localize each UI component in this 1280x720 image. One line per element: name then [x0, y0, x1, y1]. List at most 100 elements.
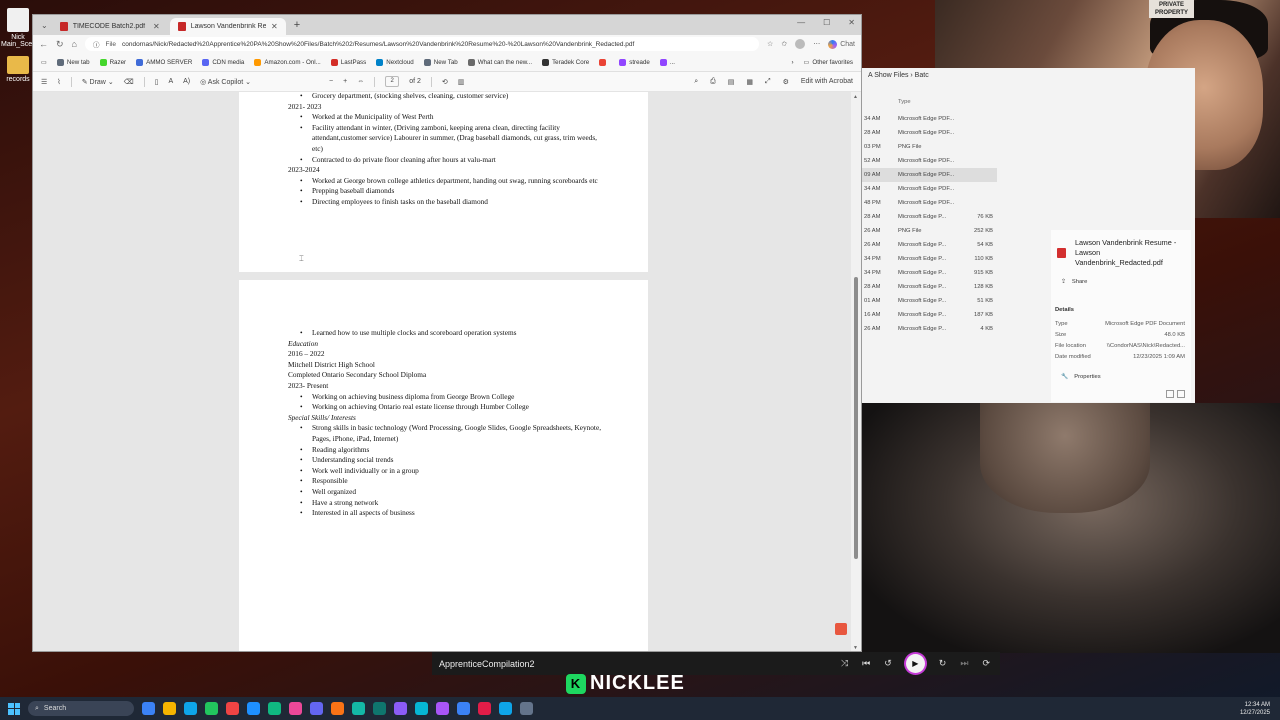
favorite-link[interactable]: CDN media [202, 58, 244, 66]
desktop-icon-records[interactable]: records [1, 52, 35, 83]
other-favorites-folder[interactable]: ▭ Other favorites [804, 59, 853, 66]
refresh-icon[interactable]: ↻ [56, 39, 64, 50]
taskbar-app-icon[interactable] [478, 702, 491, 715]
zoom-out-icon[interactable]: − [329, 78, 333, 85]
taskbar-app-icon[interactable] [436, 702, 449, 715]
start-button[interactable] [8, 702, 20, 715]
file-row[interactable]: 34 AM Microsoft Edge PDF... [862, 112, 997, 126]
close-tab-icon[interactable]: ✕ [271, 22, 278, 31]
home-icon[interactable]: ⌂ [72, 39, 77, 49]
explorer-type-header[interactable]: Type [898, 99, 911, 105]
favorite-link[interactable]: LastPass [330, 58, 366, 66]
taskbar-app-icon[interactable] [268, 702, 281, 715]
favorite-link[interactable]: Nextcloud [376, 58, 414, 66]
favorite-link[interactable]: Razer [99, 58, 126, 66]
profile-avatar[interactable] [795, 39, 806, 49]
file-row[interactable]: 52 AM Microsoft Edge PDF... [862, 154, 997, 168]
taskbar-app-icon[interactable] [415, 702, 428, 715]
file-row[interactable]: 03 PM PNG File [862, 140, 997, 154]
taskbar-app-icon[interactable] [163, 702, 176, 715]
details-share-button[interactable]: ⇪ Share [1061, 279, 1087, 285]
favorite-link[interactable]: streade [619, 58, 650, 66]
taskbar-search[interactable]: ⌕ Search [28, 701, 134, 716]
file-row[interactable]: 34 PM Microsoft Edge P... 110 KB [862, 252, 997, 266]
previous-icon[interactable]: ⏮ [862, 658, 870, 669]
shuffle-icon[interactable]: ⤨ [841, 658, 848, 669]
reading-view-icon[interactable]: ▯ [155, 78, 159, 86]
tab-actions-icon[interactable]: ⌄ [37, 21, 52, 30]
eraser-icon[interactable]: ⌫ [124, 78, 134, 86]
minimize-icon[interactable]: — [797, 18, 805, 27]
file-row[interactable]: 26 AM PNG File 252 KB [862, 224, 997, 238]
file-row[interactable]: 26 AM Microsoft Edge P... 54 KB [862, 238, 997, 252]
more-icon[interactable]: ⋯ [813, 40, 820, 48]
favorite-link[interactable]: ... [659, 58, 675, 66]
taskbar-app-icon[interactable] [247, 702, 260, 715]
taskbar-app-icon[interactable] [457, 702, 470, 715]
save-icon[interactable]: ▤ [728, 78, 735, 86]
file-row[interactable]: 48 PM Microsoft Edge PDF... [862, 196, 997, 210]
scroll-down-icon[interactable]: ▼ [853, 645, 858, 651]
copilot-chat-button[interactable]: Chat [828, 39, 855, 49]
save-as-icon[interactable]: ▦ [746, 78, 753, 86]
taskbar-app-icon[interactable] [205, 702, 218, 715]
contents-icon[interactable]: ☰ [41, 78, 47, 86]
close-tab-icon[interactable]: ✕ [153, 22, 160, 31]
taskbar-app-icon[interactable] [499, 702, 512, 715]
file-row[interactable]: 16 AM Microsoft Edge P... 187 KB [862, 308, 997, 322]
taskbar-app-icon[interactable] [142, 702, 155, 715]
vertical-scrollbar[interactable]: ▲ ▼ [851, 92, 861, 651]
taskbar-app-icon[interactable] [226, 702, 239, 715]
repeat-off-icon[interactable]: ⟳ [982, 658, 990, 669]
file-row[interactable]: 26 AM Microsoft Edge P... 4 KB [862, 322, 997, 336]
taskbar-app-icon[interactable] [289, 702, 302, 715]
file-row[interactable]: 01 AM Microsoft Edge P... 51 KB [862, 294, 997, 308]
file-row[interactable]: 34 AM Microsoft Edge PDF... [862, 182, 997, 196]
favorite-link[interactable]: Amazon.com - Onl... [254, 58, 321, 66]
search-icon[interactable]: ⌕ [694, 78, 698, 86]
print-icon[interactable]: ⎙ [710, 78, 716, 86]
details-properties-button[interactable]: 🔧 Properties [1061, 374, 1101, 380]
rewind-icon[interactable]: ↺ [884, 658, 892, 669]
ask-copilot-button[interactable]: ◎ Ask Copilot ⌄ [200, 78, 251, 86]
close-window-icon[interactable]: ✕ [848, 18, 855, 27]
tiles-view-icon[interactable] [1177, 390, 1185, 398]
tab-timecode[interactable]: TIMECODE Batch2.pdf ✕ [52, 18, 168, 35]
taskbar-app-icon[interactable] [184, 702, 197, 715]
taskbar-app-icon[interactable] [394, 702, 407, 715]
favorite-link[interactable] [599, 58, 609, 66]
page-number-input[interactable]: 2 [385, 76, 400, 87]
file-row[interactable]: 09 AM Microsoft Edge PDF... [862, 168, 997, 182]
favorite-star-icon[interactable]: ☆ [767, 40, 773, 48]
details-view-icon[interactable] [1166, 390, 1174, 398]
scroll-up-icon[interactable]: ▲ [853, 94, 858, 100]
favorites-icon[interactable]: ✩ [781, 40, 787, 48]
text-icon[interactable]: A [168, 78, 173, 85]
file-row[interactable]: 28 AM Microsoft Edge PDF... [862, 126, 997, 140]
page-view-icon[interactable]: ▥ [458, 78, 465, 86]
favorites-overflow-icon[interactable]: › [791, 59, 793, 66]
file-row[interactable]: 28 AM Microsoft Edge P... 128 KB [862, 280, 997, 294]
favorite-link[interactable]: New Tab [423, 58, 458, 66]
file-row[interactable]: 28 AM Microsoft Edge P... 76 KB [862, 210, 997, 224]
taskbar-app-icon[interactable] [310, 702, 323, 715]
zoom-in-icon[interactable]: + [343, 78, 347, 85]
favorite-link[interactable]: What can the new... [467, 58, 532, 66]
taskbar-app-icon[interactable] [520, 702, 533, 715]
draw-button[interactable]: ✎ Draw ⌄ [82, 78, 114, 86]
favorite-link[interactable]: AMMO SERVER [136, 58, 192, 66]
forward-icon[interactable]: ↻ [939, 658, 947, 669]
taskbar-app-icon[interactable] [352, 702, 365, 715]
tab-lawson-resume[interactable]: Lawson Vandenbrink Resume - La... ✕ [169, 18, 286, 35]
explorer-breadcrumb[interactable]: A Show Files › Batc [868, 72, 929, 79]
maximize-icon[interactable]: ☐ [823, 18, 830, 27]
edit-with-acrobat-button[interactable]: Edit with Acrobat [801, 78, 853, 85]
scrollbar-thumb[interactable] [854, 277, 858, 559]
settings-icon[interactable]: ⚙ [783, 78, 789, 86]
next-icon[interactable]: ⏭ [960, 658, 968, 669]
taskbar-app-icon[interactable] [331, 702, 344, 715]
taskbar-app-icon[interactable] [373, 702, 386, 715]
address-bar[interactable]: ⓘ File condornas/Nick/Redacted%20Apprent… [84, 37, 760, 51]
acrobat-icon[interactable] [835, 623, 847, 635]
favorite-link[interactable]: New tab [56, 58, 90, 66]
